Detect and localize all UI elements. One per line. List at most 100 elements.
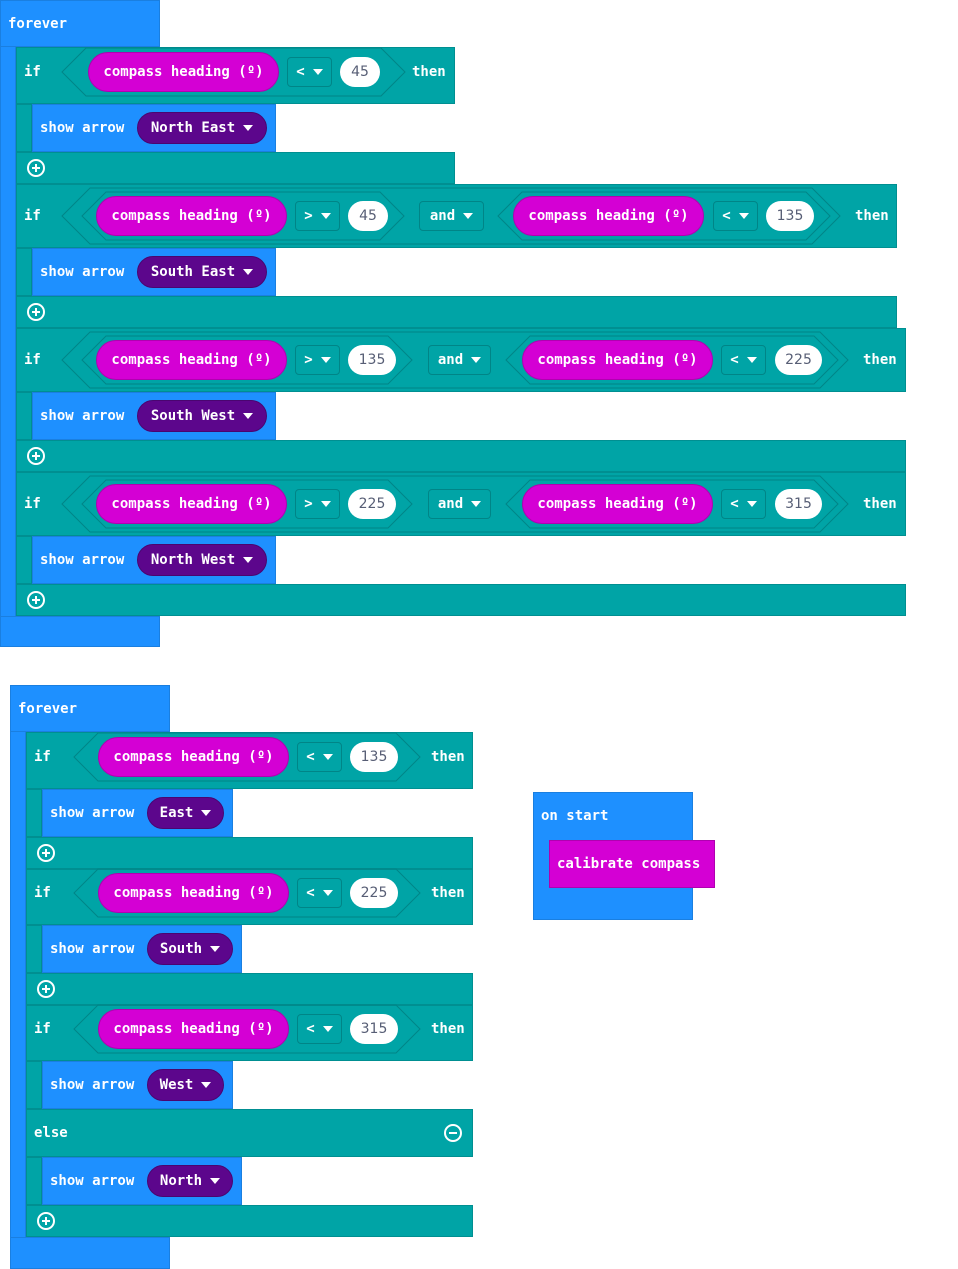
if-block-body [16, 536, 32, 584]
number-input[interactable]: 135 [348, 345, 396, 375]
show-arrow-label: show arrow [50, 1173, 135, 1189]
dropdown-caret-icon [210, 946, 221, 952]
operator-dropdown[interactable]: < [721, 345, 766, 375]
forever-block[interactable] [10, 685, 26, 1269]
then-label: then [412, 63, 446, 80]
add-else-button[interactable] [27, 447, 45, 465]
compass-heading-block[interactable]: compass heading (º) [98, 873, 289, 913]
remove-else-button[interactable] [444, 1124, 462, 1142]
dropdown-caret-icon [322, 1026, 333, 1032]
forever-label: forever [18, 701, 78, 717]
if-label: if [34, 1021, 51, 1037]
if-block-body [26, 789, 42, 837]
number-input[interactable]: 225 [348, 489, 396, 519]
add-else-button[interactable] [37, 980, 55, 998]
arrow-direction-dropdown[interactable]: West [147, 1069, 224, 1101]
show-arrow-label: show arrow [50, 941, 135, 957]
dropdown-caret-icon [471, 501, 482, 507]
number-input[interactable]: 225 [775, 345, 822, 375]
show-arrow-label: show arrow [40, 408, 125, 424]
dropdown-caret-icon [320, 357, 331, 363]
number-input[interactable]: 315 [350, 1014, 398, 1044]
if-label: if [34, 885, 51, 901]
operator-dropdown[interactable]: < [297, 1014, 342, 1044]
dropdown-caret-icon [312, 68, 323, 75]
operator-label: > [304, 352, 313, 368]
operator-dropdown[interactable]: < [287, 56, 332, 87]
then-label: then [855, 208, 889, 224]
compass-heading-block[interactable]: compass heading (º) [98, 736, 289, 777]
direction-label: North [159, 1173, 203, 1189]
arrow-direction-dropdown[interactable]: South West [137, 400, 267, 432]
if-block-body [26, 925, 42, 973]
operator-dropdown[interactable]: > [295, 489, 340, 519]
arrow-direction-dropdown[interactable]: North [147, 1165, 233, 1197]
and-label: and [429, 208, 456, 224]
compass-heading-block[interactable]: compass heading (º) [522, 484, 713, 524]
logic-and-dropdown[interactable]: and [419, 201, 484, 231]
logic-and-dropdown[interactable]: and [428, 345, 491, 375]
compass-heading-block[interactable]: compass heading (º) [513, 196, 704, 236]
forever-footer [0, 616, 160, 647]
else-bar [26, 1109, 473, 1157]
if-label: if [34, 748, 51, 765]
compass-heading-block[interactable]: compass heading (º) [96, 340, 287, 380]
add-else-button[interactable] [27, 303, 45, 321]
add-else-button[interactable] [37, 844, 55, 862]
compass-heading-block[interactable]: compass heading (º) [96, 196, 287, 236]
number-input[interactable]: 45 [348, 201, 388, 231]
logic-and-dropdown[interactable]: and [428, 489, 491, 519]
forever-block[interactable] [0, 0, 16, 647]
if-block-footer [26, 1205, 473, 1237]
number-input[interactable]: 315 [775, 489, 822, 519]
if-block-footer [26, 837, 473, 869]
forever-footer [10, 1237, 170, 1269]
operator-dropdown[interactable]: < [297, 878, 342, 908]
forever-label: forever [8, 16, 68, 32]
arrow-direction-dropdown[interactable]: South [147, 933, 233, 965]
dropdown-caret-icon [243, 125, 254, 131]
if-block-footer [26, 973, 473, 1005]
dropdown-caret-icon [243, 557, 254, 563]
operator-dropdown[interactable]: < [297, 741, 342, 772]
dropdown-caret-icon [471, 357, 482, 363]
dropdown-caret-icon [322, 890, 333, 896]
dropdown-caret-icon [201, 1082, 212, 1088]
compass-heading-block[interactable]: compass heading (º) [88, 51, 279, 92]
if-label: if [24, 496, 41, 512]
operator-label: < [296, 63, 305, 80]
then-label: then [431, 885, 465, 901]
add-else-button[interactable] [27, 591, 45, 609]
compass-heading-block[interactable]: compass heading (º) [522, 340, 713, 380]
then-label: then [431, 748, 465, 765]
arrow-direction-dropdown[interactable]: North East [137, 112, 267, 144]
direction-label: South West [150, 408, 236, 424]
dropdown-caret-icon [243, 269, 254, 275]
if-block-body [16, 392, 32, 440]
and-label: and [437, 352, 464, 368]
number-input[interactable]: 45 [340, 56, 380, 87]
direction-label: South East [150, 264, 236, 280]
arrow-direction-dropdown[interactable]: East [147, 797, 224, 829]
if-block-body [16, 248, 32, 296]
arrow-direction-dropdown[interactable]: North West [137, 544, 267, 576]
operator-label: < [730, 352, 739, 368]
dropdown-caret-icon [320, 213, 331, 219]
number-input[interactable]: 135 [350, 741, 398, 772]
operator-dropdown[interactable]: < [721, 489, 766, 519]
arrow-direction-dropdown[interactable]: South East [137, 256, 267, 288]
number-input[interactable]: 225 [350, 878, 398, 908]
operator-dropdown[interactable]: > [295, 345, 340, 375]
then-label: then [863, 352, 897, 368]
add-else-button[interactable] [27, 159, 45, 177]
compass-heading-block[interactable]: compass heading (º) [96, 484, 287, 524]
add-else-button[interactable] [37, 1212, 55, 1230]
operator-dropdown[interactable]: > [295, 201, 340, 231]
operator-label: < [306, 748, 315, 765]
number-input[interactable]: 135 [766, 201, 814, 231]
compass-heading-block[interactable]: compass heading (º) [98, 1009, 289, 1049]
operator-label: < [306, 885, 315, 901]
if-label: if [24, 352, 41, 368]
operator-dropdown[interactable]: < [713, 201, 758, 231]
dropdown-caret-icon [463, 213, 474, 219]
